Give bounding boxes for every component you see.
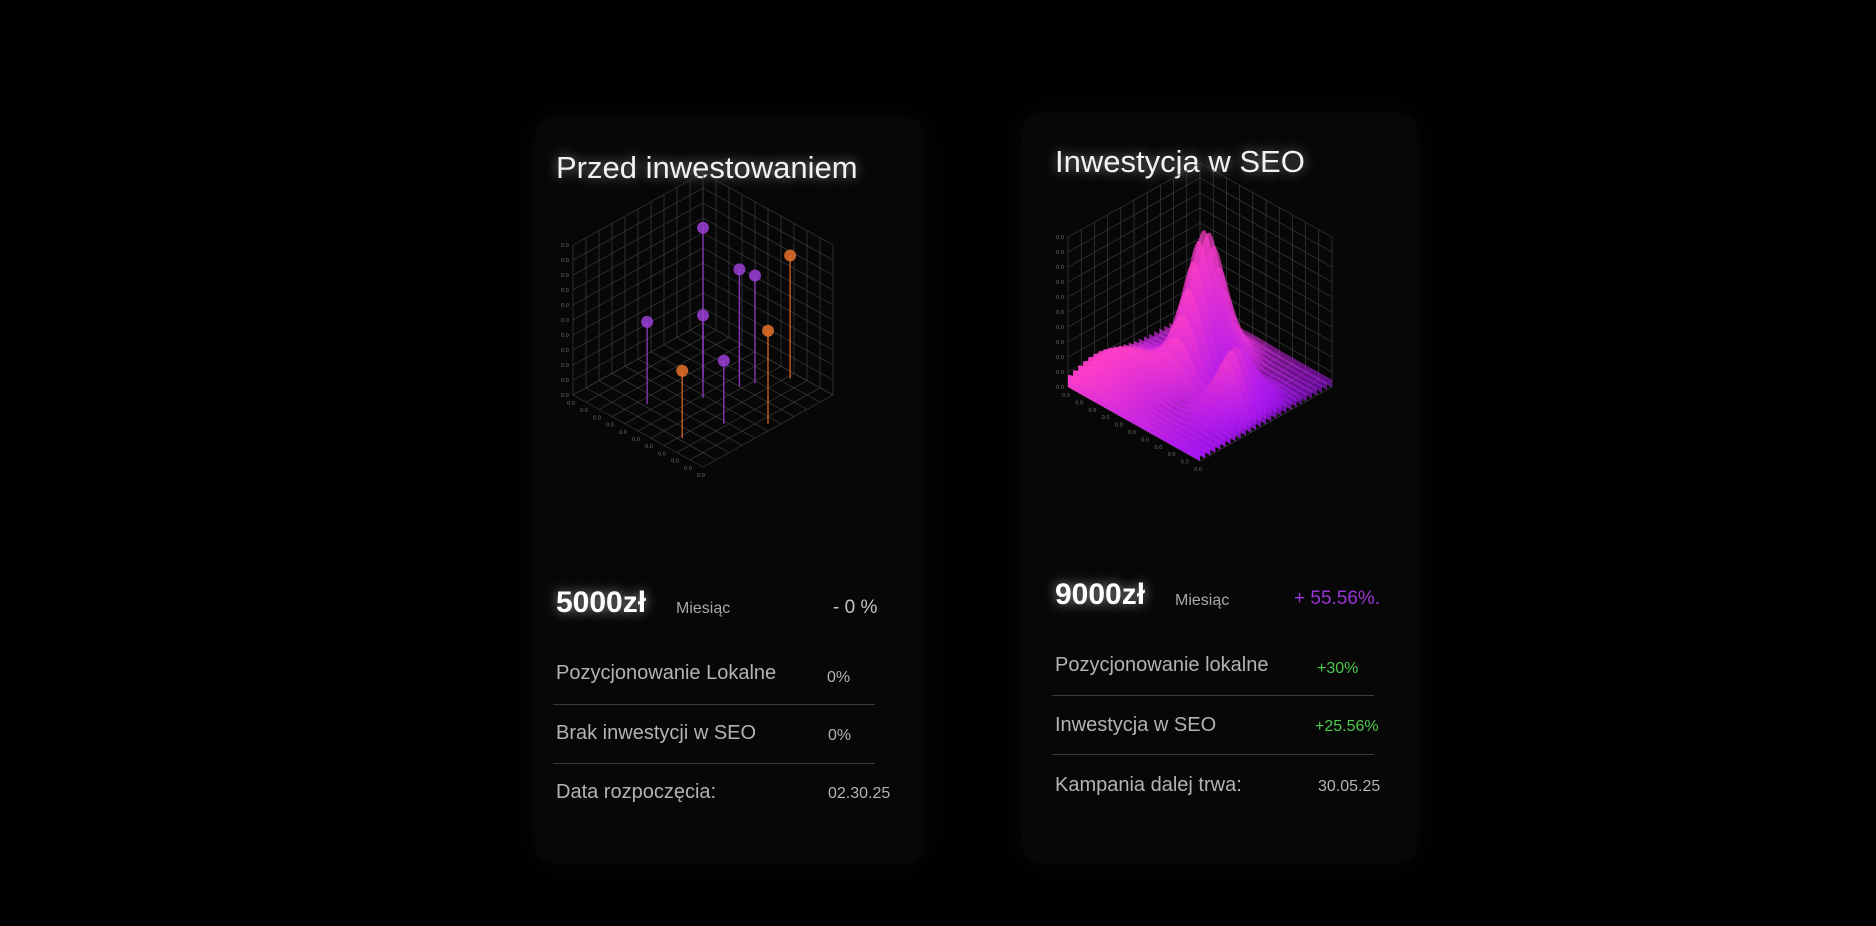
- axis-tick-label: 0.0: [1154, 445, 1162, 451]
- scatter-point: [641, 315, 654, 328]
- scatter-point: [717, 354, 730, 367]
- axis-tick-label: 0.0: [671, 459, 679, 465]
- row-label-start-date: Data rozpoczęcia:: [556, 781, 717, 803]
- axis-tick-label: 0.0: [1075, 400, 1083, 406]
- axis-tick-label: 0.0: [1056, 280, 1064, 286]
- axis-tick-label: 0.0: [684, 466, 692, 472]
- row-value-start-date: 02.30.25: [828, 785, 891, 802]
- chart-grid: 0.0 0.0 0.0 0.0 0.0 0.0 0.0 0.0 0.0 0.0 0.0 0.0 0.0 0…: [561, 172, 834, 479]
- price-value: 9000zł: [1055, 578, 1146, 611]
- scatter-point: [784, 249, 797, 262]
- axis-tick-label: 0.0: [619, 430, 627, 436]
- axis-tick-label: 0.0: [561, 288, 569, 294]
- price-value: 5000zł: [556, 586, 647, 619]
- row-label-local-positioning: Pozycjonowanie lokalne: [1055, 654, 1269, 676]
- surface-3d-chart: 0.0 0.0 0.0 0.0 0.0 0.0 0.0 0.0 0.0 0.0 0.0 0.0 0.0 0…: [1056, 162, 1412, 558]
- axis-tick-label: 0.0: [1056, 250, 1064, 256]
- row-divider: [1052, 695, 1374, 696]
- row-divider: [1052, 754, 1374, 755]
- axis-tick-label: 0.0: [1128, 430, 1136, 436]
- axis-tick-label: 0.0: [658, 451, 666, 457]
- axis-tick-label: 0.0: [1168, 452, 1176, 458]
- stem-scatter-3d-chart: 0.0 0.0 0.0 0.0 0.0 0.0 0.0 0.0 0.0 0.0 0.0 0.0 0.0 0…: [561, 172, 905, 568]
- row-value-local-positioning: +30%: [1317, 660, 1359, 677]
- axis-tick-label: 0.0: [1062, 393, 1070, 399]
- axis-tick-label: 0.0: [561, 378, 569, 384]
- period-label: Miesiąc: [1175, 592, 1230, 609]
- axis-tick-label: 0.0: [561, 273, 569, 279]
- axis-tick-label: 0.0: [1056, 310, 1064, 316]
- axis-tick-label: 0.0: [1115, 423, 1123, 429]
- row-label-seo-investment: Inwestycja w SEO: [1055, 714, 1217, 736]
- axis-tick-label: 0.0: [645, 444, 653, 450]
- axis-tick-label: 0.0: [561, 318, 569, 324]
- axis-tick-label: 0.0: [1056, 265, 1064, 271]
- scatter-point: [762, 324, 774, 337]
- axis-tick-label: 0.0: [561, 363, 569, 369]
- axis-tick-label: 0.0: [1194, 467, 1202, 473]
- scatter-point: [697, 221, 709, 234]
- axis-tick-label: 0.0: [1056, 235, 1064, 241]
- card-title: Przed inwestowaniem: [556, 150, 858, 185]
- axis-tick-label: 0.0: [1102, 415, 1110, 421]
- axis-tick-label: 0.0: [632, 437, 640, 443]
- axis-tick-label: 0.0: [697, 473, 705, 479]
- change-percentage: - 0 %: [833, 597, 878, 618]
- card-seo-investment: Inwestycja w SEO 0.0 0.0 0.0 0.0 0.0 0.0 0.0 0.…: [1022, 113, 1417, 863]
- axis-tick-label: 0.0: [1056, 355, 1064, 361]
- axis-tick-label: 0.0: [561, 303, 569, 309]
- axis-tick-label: 0.0: [1056, 325, 1064, 331]
- axis-tick-label: 0.0: [1056, 295, 1064, 301]
- axis-tick-label: 0.0: [561, 243, 569, 249]
- row-divider: [553, 763, 875, 764]
- axis-tick-label: 0.0: [1056, 370, 1064, 376]
- row-value-no-seo-investment: 0%: [828, 727, 852, 744]
- scatter-point: [676, 364, 689, 377]
- axis-tick-label: 0.0: [561, 393, 569, 399]
- row-value-local-positioning: 0%: [827, 669, 851, 686]
- axis-tick-label: 0.0: [567, 401, 575, 407]
- axis-tick-label: 0.0: [1056, 385, 1064, 391]
- axis-tick-label: 0.0: [1141, 437, 1149, 443]
- change-percentage: + 55.56%.: [1294, 588, 1381, 609]
- row-label-no-seo-investment: Brak inwestycji w SEO: [556, 722, 757, 744]
- scatter-point: [749, 269, 761, 282]
- row-label-campaign-continues: Kampania dalej trwa:: [1055, 774, 1242, 796]
- row-value-campaign-continues: 30.05.25: [1318, 778, 1381, 795]
- period-label: Miesiąc: [676, 600, 731, 617]
- axis-tick-label: 0.0: [1181, 460, 1189, 466]
- axis-tick-label: 0.0: [1088, 408, 1096, 414]
- scatter-point: [733, 263, 746, 276]
- axis-tick-label: 0.0: [561, 348, 569, 354]
- axis-tick-label: 0.0: [561, 258, 569, 264]
- row-value-seo-investment: +25.56%: [1315, 718, 1379, 735]
- row-label-local-positioning: Pozycjonowanie Lokalne: [556, 662, 777, 684]
- axis-tick-label: 0.0: [593, 415, 601, 421]
- axis-tick-label: 0.0: [561, 333, 569, 339]
- axis-tick-label: 0.0: [580, 408, 588, 414]
- scatter-point: [697, 309, 709, 322]
- axis-tick-label: 0.0: [1056, 340, 1064, 346]
- card-before-investing: Przed inwestowaniem 0.0 0.0 0.0 0.0 0.0 0.0 0.…: [535, 118, 925, 863]
- row-divider: [553, 704, 875, 705]
- axis-tick-label: 0.0: [606, 423, 614, 429]
